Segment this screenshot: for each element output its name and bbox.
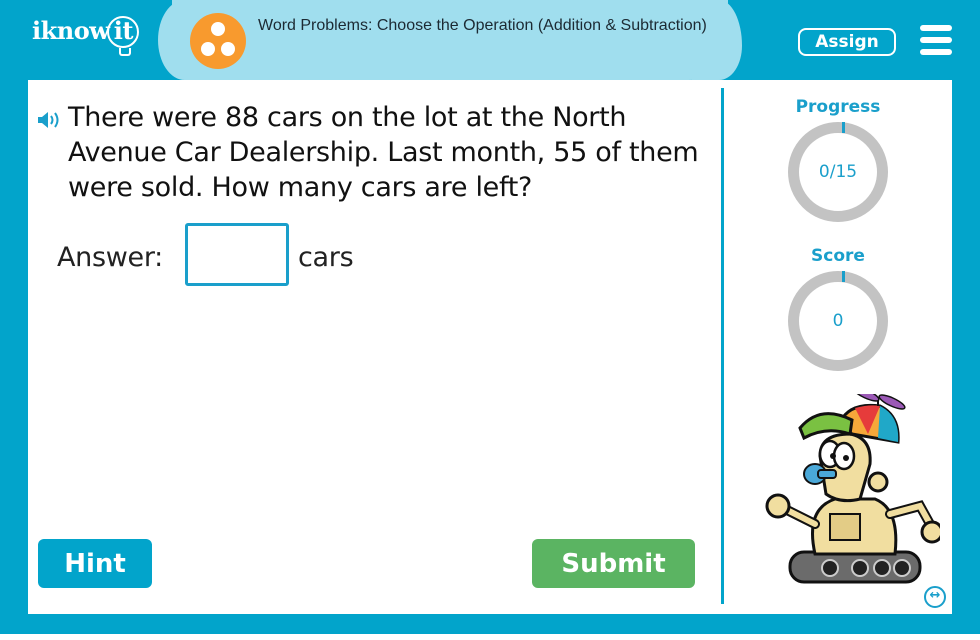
assign-button[interactable]: Assign [798, 28, 896, 56]
logo-text-suffix: it [113, 16, 134, 45]
score-value: 0 [832, 311, 844, 331]
speaker-icon[interactable] [36, 110, 64, 130]
topic-header [158, 0, 742, 80]
three-dots-circle-icon [190, 13, 246, 69]
hamburger-menu-icon[interactable] [920, 25, 952, 55]
answer-input[interactable] [185, 223, 289, 286]
exercise-panel: There were 88 cars on the lot at the Nor… [28, 80, 952, 614]
question-text: There were 88 cars on the lot at the Nor… [68, 102, 699, 203]
panel-divider [721, 88, 724, 604]
score-ring: 0 [788, 271, 888, 371]
progress-value: 0/15 [818, 162, 858, 182]
hint-button[interactable]: Hint [38, 539, 152, 588]
progress-label: Progress [795, 97, 881, 117]
answer-label: Answer: [57, 242, 163, 273]
score-ring-indicator [842, 271, 845, 282]
expand-arrows-icon[interactable]: ↔ [924, 586, 946, 608]
unit-label: cars [298, 242, 354, 273]
logo-text: iknow [32, 16, 110, 45]
submit-button[interactable]: Submit [532, 539, 695, 588]
iknowit-logo[interactable]: iknow it [32, 16, 140, 56]
topic-title: Word Problems: Choose the Operation (Add… [258, 17, 707, 34]
robot-mascot [765, 394, 940, 584]
progress-ring: 0/15 [788, 122, 888, 222]
progress-ring-indicator [842, 122, 845, 133]
lightbulb-icon: it [107, 16, 140, 56]
app-frame: iknow it Word Problems: Choose the Operat… [0, 0, 980, 634]
score-label: Score [811, 246, 865, 266]
